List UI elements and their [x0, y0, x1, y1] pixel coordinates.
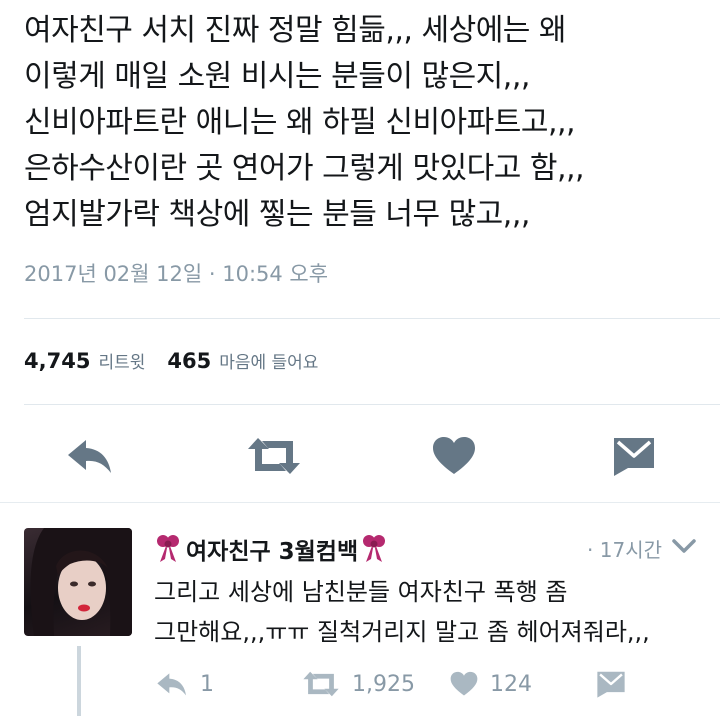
avatar-photo — [30, 528, 132, 636]
ribbon-icon — [363, 535, 386, 562]
message-icon — [614, 438, 654, 476]
reply-icon — [68, 440, 111, 473]
like-button[interactable] — [426, 428, 482, 484]
tweet-line: 신비아파트란 애니는 왜 하필 신비아파트고,,, — [24, 105, 576, 140]
likes-label[interactable]: 마음에 들어요 — [219, 348, 318, 373]
reply-button[interactable] — [62, 428, 118, 484]
tweet-action-bar — [0, 428, 720, 484]
direct-message-button[interactable] — [606, 428, 662, 484]
reply-retweet-button[interactable]: 1,925 — [302, 666, 415, 702]
reply-line: 그만해요,,,ㅠㅠ 질척거리지 말고 좀 헤어져줘라,,, — [154, 618, 650, 646]
reply-timestamp[interactable]: · 17시간 — [587, 534, 662, 563]
reply-message-button[interactable] — [596, 666, 626, 702]
retweets-label[interactable]: 리트윗 — [98, 348, 145, 373]
likes-count[interactable]: 465 — [167, 349, 211, 373]
chevron-down-icon[interactable] — [670, 536, 698, 556]
reply-retweet-count: 1,925 — [352, 671, 415, 697]
heart-icon — [450, 671, 478, 696]
retweets-count[interactable]: 4,745 — [24, 349, 90, 373]
divider — [24, 318, 720, 319]
retweet-icon — [248, 438, 300, 474]
tweet-text: 여자친구 서치 진짜 정말 힘듦,,, 세상에는 왜 이렇게 매일 소원 비시는… — [24, 8, 714, 238]
retweet-icon — [303, 671, 339, 697]
tweet-line: 이렇게 매일 소원 비시는 분들이 많은지,,, — [24, 59, 530, 94]
reply-reply-button[interactable]: 1 — [156, 666, 214, 702]
tweet-line: 엄지발가락 책상에 찧는 분들 너무 많고,,, — [24, 197, 530, 232]
retweet-button[interactable] — [246, 428, 302, 484]
reply-author[interactable]: 여자친구 3월컴백 — [156, 532, 386, 566]
reply-action-bar: 1 1,925 124 — [150, 666, 650, 702]
thread-line — [77, 646, 81, 716]
reply-like-count: 124 — [490, 671, 532, 697]
reply-text: 그리고 세상에 남친분들 여자친구 폭행 좀 그만해요,,,ㅠㅠ 질척거리지 말… — [154, 572, 710, 652]
reply-header: 여자친구 3월컴백 · 17시간 — [156, 530, 706, 566]
ribbon-icon — [157, 535, 179, 562]
tweet-line: 여자친구 서치 진짜 정말 힘듦,,, 세상에는 왜 — [24, 13, 567, 48]
reply-like-button[interactable]: 124 — [450, 666, 532, 702]
divider — [24, 404, 720, 405]
tweet-line: 은하수산이란 곳 연어가 그렇게 맛있다고 함,,, — [24, 151, 585, 186]
tweet-stats: 4,745 리트윗 465 마음에 들어요 — [24, 348, 340, 373]
section-separator — [0, 502, 720, 513]
reply-icon — [157, 673, 186, 696]
message-icon — [597, 671, 625, 698]
reply-reply-count: 1 — [200, 671, 214, 697]
reply-author-name: 여자친구 3월컴백 — [186, 539, 359, 565]
reply-line: 그리고 세상에 남친분들 여자친구 폭행 좀 — [154, 578, 568, 606]
heart-icon — [433, 437, 475, 474]
reply-avatar[interactable] — [24, 528, 132, 636]
tweet-timestamp[interactable]: 2017년 02월 12일 · 10:54 오후 — [24, 258, 328, 288]
